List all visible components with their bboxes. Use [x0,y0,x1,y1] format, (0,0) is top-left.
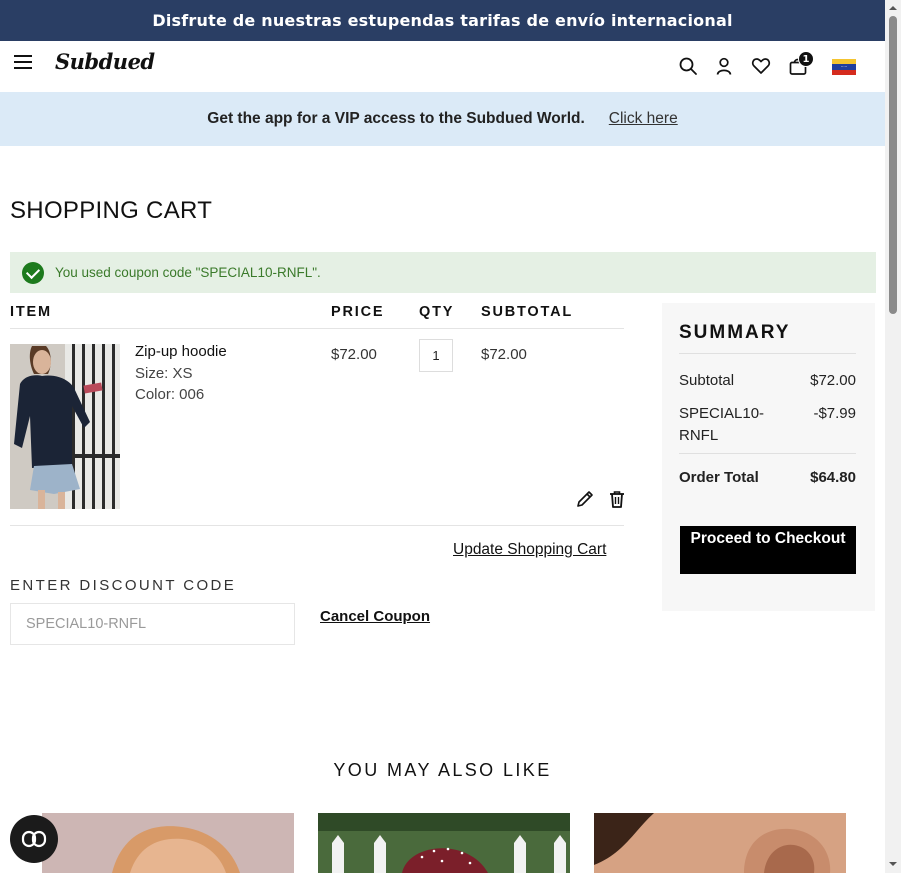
product-name[interactable]: Zip-up hoodie [135,343,227,360]
discount-label: SPECIAL10- RNFL [679,405,765,444]
chat-widget-button[interactable] [10,815,58,863]
cart-count-badge: 1 [798,51,814,67]
app-banner: Get the app for a VIP access to the Subd… [0,92,885,146]
col-header-qty: QTY [419,304,455,320]
discount-code-input[interactable]: SPECIAL10-RNFL [10,603,295,645]
recommendation-image[interactable] [594,813,846,873]
recommendation-image[interactable] [318,813,570,873]
divider [679,453,856,454]
scroll-down-arrow-icon[interactable] [888,859,898,869]
coupon-success-message: You used coupon code "SPECIAL10-RNFL". [10,252,876,293]
scroll-up-arrow-icon[interactable] [888,3,898,13]
order-total-value: $64.80 [810,469,856,486]
product-color: Color: 006 [135,386,205,403]
order-total-label: Order Total [679,469,759,486]
divider [10,525,624,526]
chat-icon [21,830,47,848]
trash-icon[interactable] [607,489,627,509]
search-icon[interactable] [678,56,698,76]
announcement-bar: Disfrute de nuestras estupendas tarifas … [0,0,885,41]
product-size: Size: XS [135,365,193,382]
logo[interactable]: Subdued [55,49,155,74]
app-banner-link[interactable]: Click here [609,110,678,128]
proceed-to-checkout-button[interactable]: Proceed to Checkout [680,526,856,574]
product-image[interactable] [10,344,120,509]
recommendations-title: YOU MAY ALSO LIKE [333,760,552,780]
product-subtotal: $72.00 [481,346,527,363]
summary-title: SUMMARY [679,322,791,343]
divider [10,328,624,329]
menu-icon[interactable] [14,55,32,71]
scrollbar-thumb[interactable] [889,16,897,314]
cancel-coupon-button[interactable]: Cancel Coupon [320,608,430,625]
wishlist-heart-icon[interactable] [751,56,771,76]
page-title: SHOPPING CART [10,197,213,224]
checkmark-icon [22,261,44,284]
recommendation-image[interactable] [42,813,294,873]
order-summary: SUMMARY Subtotal $72.00 SPECIAL10- RNFL … [662,303,875,611]
discount-title: ENTER DISCOUNT CODE [10,577,237,594]
site-header: Subdued [0,41,885,92]
product-price: $72.00 [331,346,377,363]
venezuela-flag-icon[interactable]: ····· [832,59,856,75]
message-text: You used coupon code "SPECIAL10-RNFL". [55,265,321,280]
app-banner-text: Get the app for a VIP access to the Subd… [207,110,585,127]
quantity-input[interactable]: 1 [419,339,453,372]
subtotal-value: $72.00 [810,372,856,389]
account-icon[interactable] [714,56,734,76]
discount-value: -$7.99 [813,405,856,422]
update-cart-link[interactable]: Update Shopping Cart [453,541,606,559]
divider [679,353,856,354]
announcement-text: Disfrute de nuestras estupendas tarifas … [152,11,733,30]
edit-pencil-icon[interactable] [575,489,595,509]
col-header-price: PRICE [331,304,385,320]
col-header-item: ITEM [10,304,52,320]
col-header-subtotal: SUBTOTAL [481,304,573,320]
subtotal-label: Subtotal [679,372,735,389]
